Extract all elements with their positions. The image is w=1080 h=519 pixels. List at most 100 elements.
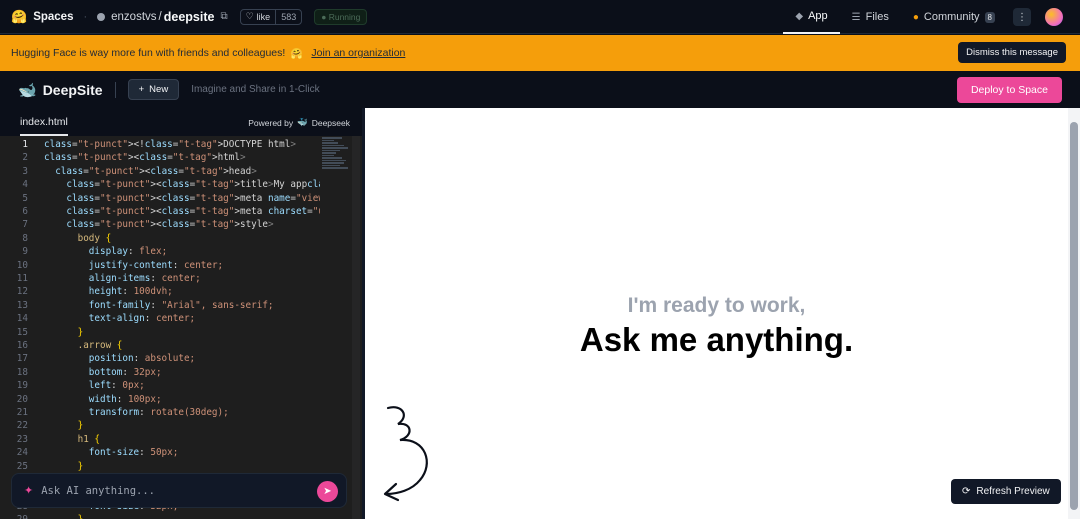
code-line[interactable]: 20 width: 100px; — [0, 394, 320, 407]
code-line[interactable]: 21 transform: rotate(30deg); — [0, 407, 320, 420]
code-line-text[interactable]: class="t-punct"><class="t-tag">meta char… — [30, 206, 320, 219]
code-line[interactable]: 4 class="t-punct"><class="t-tag">title>M… — [0, 179, 320, 192]
code-line-text[interactable]: class="t-punct"><class="t-tag">title>My … — [30, 179, 320, 192]
line-number: 15 — [16, 326, 28, 338]
line-number: 19 — [16, 380, 28, 392]
line-number: 23 — [16, 433, 28, 445]
org-banner: Hugging Face is way more fun with friend… — [0, 35, 1080, 71]
code-line-text[interactable]: } — [30, 327, 320, 340]
repo-link[interactable]: deepsite — [164, 10, 215, 24]
code-line-text[interactable]: h1 { — [30, 434, 320, 447]
code-area[interactable]: 1 class="t-punct"><!class="t-tag">DOCTYPE… — [0, 136, 362, 519]
code-line[interactable]: 14 text-align: center; — [0, 313, 320, 326]
code-line[interactable]: 2 class="t-punct"><class="t-tag">html> — [0, 152, 320, 165]
code-line-text[interactable]: } — [30, 514, 320, 519]
code-line-text[interactable]: height: 100dvh; — [30, 286, 320, 299]
code-line[interactable]: 11 align-items: center; — [0, 273, 320, 286]
deploy-to-space-button[interactable]: Deploy to Space — [956, 77, 1062, 103]
line-number: 5 — [22, 192, 28, 204]
like-count: 583 — [281, 11, 297, 22]
code-line[interactable]: 9 display: flex; — [0, 246, 320, 259]
code-line-text[interactable]: transform: rotate(30deg); — [30, 407, 320, 420]
status-text: Running — [328, 11, 361, 22]
breadcrumb-dot: · — [83, 10, 88, 23]
code-line-text[interactable]: class="t-punct"><class="t-tag">meta name… — [30, 193, 320, 206]
code-line-text[interactable]: position: absolute; — [30, 353, 320, 366]
code-line[interactable]: 7 class="t-punct"><class="t-tag">style> — [0, 219, 320, 232]
code-line-text[interactable]: text-align: center; — [30, 313, 320, 326]
code-line[interactable]: 18 bottom: 32px; — [0, 367, 320, 380]
code-line-text[interactable]: width: 100px; — [30, 394, 320, 407]
code-line-text[interactable]: bottom: 32px; — [30, 367, 320, 380]
ask-ai-input-bar[interactable]: ✦ Ask AI anything... ➤ — [11, 473, 347, 508]
tab-files[interactable]: ☰ Files — [840, 0, 901, 34]
code-line-text[interactable]: font-family: "Arial", sans-serif; — [30, 300, 320, 313]
line-number: 10 — [16, 259, 28, 271]
code-line-text[interactable]: class="t-punct"><class="t-tag">html> — [30, 152, 320, 165]
code-line[interactable]: 22 } — [0, 420, 320, 433]
app-icon: ◆ — [795, 10, 804, 22]
send-icon[interactable]: ➤ — [317, 481, 338, 502]
code-line-text[interactable]: body { — [30, 233, 320, 246]
powered-by-label: Powered by — [248, 117, 294, 128]
status-badge: ● Running — [314, 8, 368, 25]
spaces-link[interactable]: Spaces — [33, 11, 73, 23]
line-number: 8 — [22, 232, 28, 244]
copy-icon[interactable]: ⧉ — [220, 11, 227, 22]
code-line[interactable]: 12 height: 100dvh; — [0, 286, 320, 299]
code-line-text[interactable]: display: flex; — [30, 246, 320, 259]
code-line-text[interactable]: justify-content: center; — [30, 260, 320, 273]
line-number: 12 — [16, 286, 28, 298]
header-divider — [114, 81, 116, 98]
ask-ai-input[interactable]: Ask AI anything... — [41, 485, 155, 497]
refresh-preview-button[interactable]: ⟳ Refresh Preview — [951, 479, 1061, 504]
code-line-text[interactable]: } — [30, 420, 320, 433]
code-line-text[interactable]: align-items: center; — [30, 273, 320, 286]
code-line[interactable]: 10 justify-content: center; — [0, 260, 320, 273]
hugging-face-logo-icon[interactable]: 🤗 — [11, 9, 27, 25]
code-line[interactable]: 15 } — [0, 327, 320, 340]
file-tab-index-html[interactable]: index.html — [20, 116, 68, 136]
line-number: 25 — [16, 460, 28, 472]
dismiss-banner-button[interactable]: Dismiss this message — [958, 42, 1066, 63]
code-line[interactable]: 17 position: absolute; — [0, 353, 320, 366]
code-line[interactable]: 29 } — [0, 514, 320, 519]
line-number: 4 — [22, 179, 28, 191]
code-line[interactable]: 3 class="t-punct"><class="t-tag">head> — [0, 166, 320, 179]
code-line[interactable]: 8 body { — [0, 233, 320, 246]
code-line-text[interactable]: class="t-punct"><class="t-tag">style> — [30, 219, 320, 232]
editor-minimap[interactable] — [322, 136, 352, 196]
code-line-text[interactable]: } — [30, 461, 320, 474]
code-line[interactable]: 5 class="t-punct"><class="t-tag">meta na… — [0, 193, 320, 206]
tab-app[interactable]: ◆ App — [783, 0, 840, 34]
tab-app-label: App — [808, 10, 828, 22]
line-number: 20 — [16, 393, 28, 405]
breadcrumb-separator: / — [158, 10, 162, 23]
code-line[interactable]: 23 h1 { — [0, 434, 320, 447]
more-options-icon[interactable]: ⋮ — [1013, 8, 1031, 26]
code-line-text[interactable]: class="t-punct"><class="t-tag">head> — [30, 166, 320, 179]
new-button[interactable]: + New — [127, 79, 180, 100]
line-number: 24 — [16, 447, 28, 459]
code-line[interactable]: 25 } — [0, 461, 320, 474]
code-line-text[interactable]: font-size: 50px; — [30, 447, 320, 460]
code-line[interactable]: 16 .arrow { — [0, 340, 320, 353]
code-line-text[interactable]: class="t-punct"><!class="t-tag">DOCTYPE … — [30, 139, 320, 152]
code-line-text[interactable]: .arrow { — [30, 340, 320, 353]
code-line[interactable]: 19 left: 0px; — [0, 380, 320, 393]
banner-message: Hugging Face is way more fun with friend… — [11, 47, 286, 59]
user-avatar[interactable] — [1045, 8, 1063, 26]
preview-scrollbar[interactable] — [1068, 108, 1080, 519]
editor-scrollbar[interactable] — [352, 136, 360, 519]
join-organization-link[interactable]: Join an organization — [311, 47, 405, 59]
code-line[interactable]: 6 class="t-punct"><class="t-tag">meta ch… — [0, 206, 320, 219]
code-line-text[interactable]: left: 0px; — [30, 380, 320, 393]
hugging-face-emoji-icon: 🤗 — [290, 47, 304, 60]
code-line[interactable]: 13 font-family: "Arial", sans-serif; — [0, 300, 320, 313]
tab-community[interactable]: ● Community 8 — [901, 0, 1007, 34]
owner-link[interactable]: enzostvs — [111, 11, 156, 23]
like-button[interactable]: ♡ like 583 — [239, 8, 303, 25]
code-line[interactable]: 24 font-size: 50px; — [0, 447, 320, 460]
preview-scroll-thumb[interactable] — [1070, 122, 1078, 510]
code-line[interactable]: 1 class="t-punct"><!class="t-tag">DOCTYPE… — [0, 139, 320, 152]
